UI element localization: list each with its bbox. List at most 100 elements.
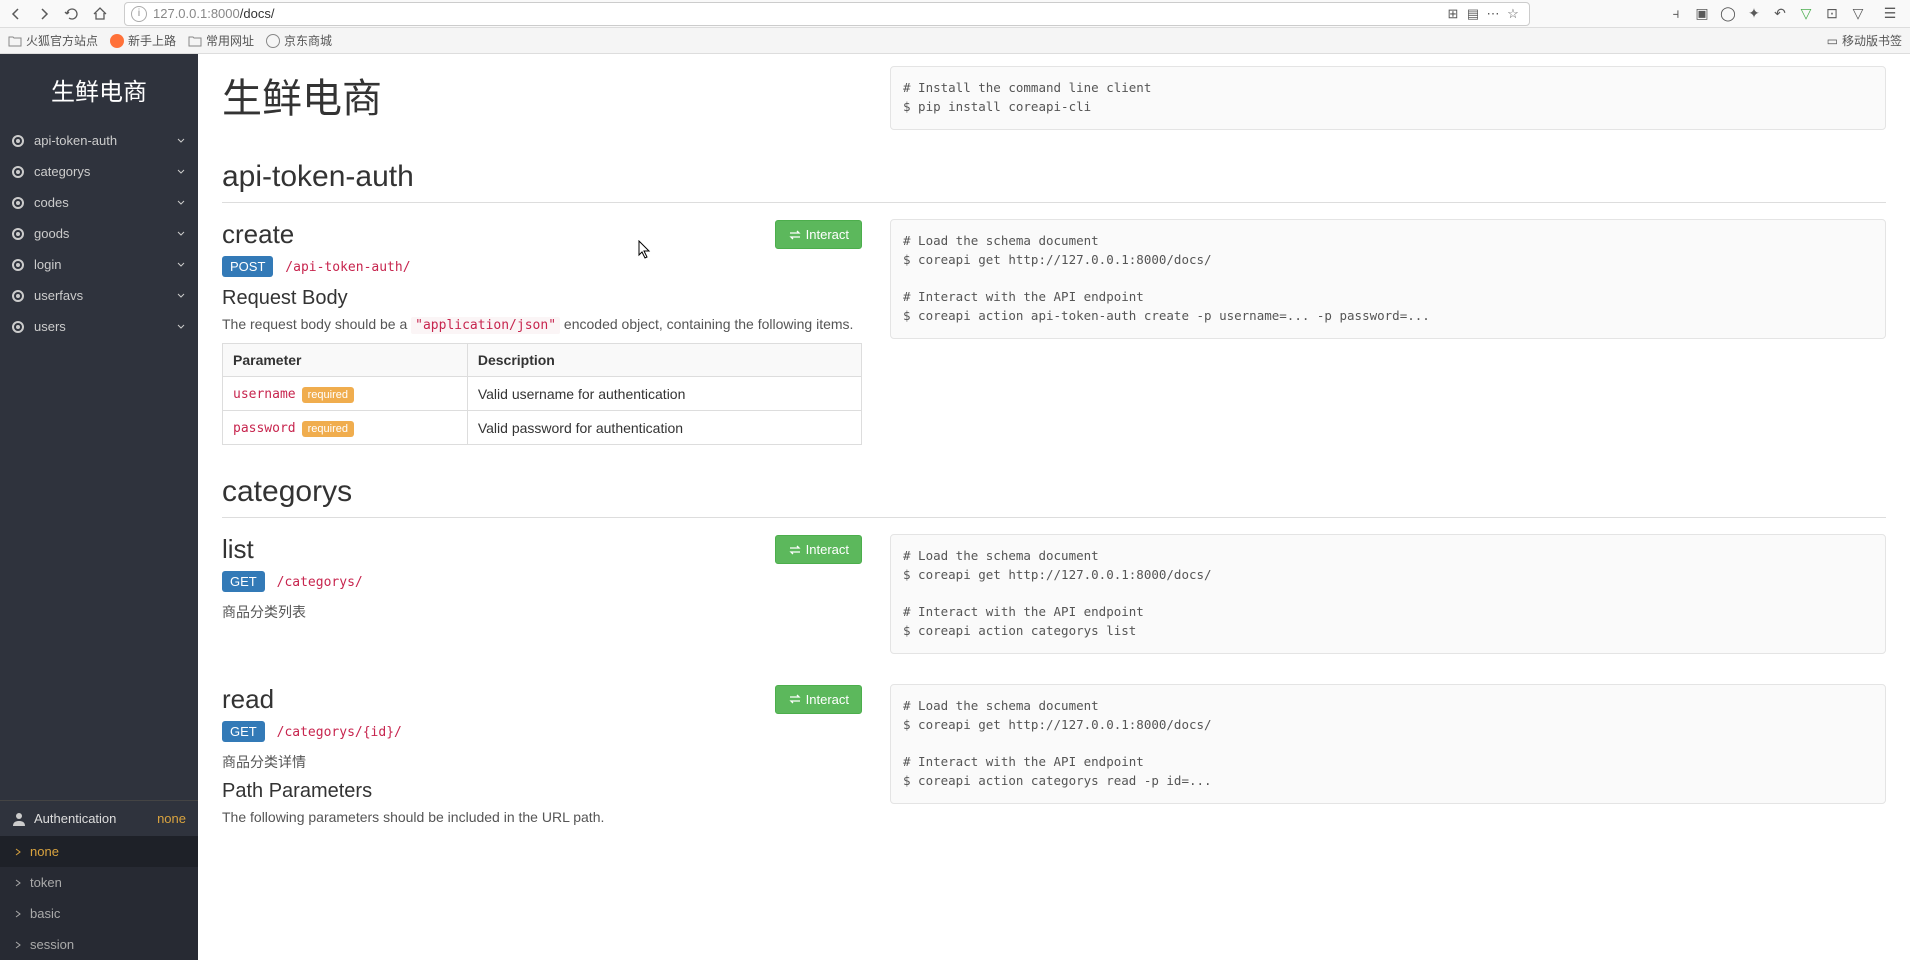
bookmark-label: 火狐官方站点: [26, 32, 98, 49]
chevron-right-icon: [14, 941, 22, 949]
menu-button[interactable]: ☰: [1878, 2, 1902, 26]
bookmark-folder-2[interactable]: 常用网址: [188, 32, 254, 49]
nav-item-api-token-auth[interactable]: api-token-auth: [0, 125, 198, 156]
nav-label: goods: [34, 226, 176, 241]
sidebar-auth: Authentication none none token basic ses…: [0, 800, 198, 960]
bookmarks-bar: 火狐官方站点 新手上路 常用网址 京东商城 ▭移动版书签: [0, 28, 1910, 54]
endpoint-desc: 商品分类列表: [222, 602, 862, 622]
home-icon: [92, 6, 108, 22]
required-badge: required: [302, 387, 354, 403]
radio-icon: [12, 197, 24, 209]
extension-icon[interactable]: ✦: [1744, 4, 1764, 24]
chevron-down-icon: [176, 229, 186, 239]
interact-label: Interact: [806, 692, 849, 707]
chevron-right-icon: [14, 910, 22, 918]
nav-item-userfavs[interactable]: userfavs: [0, 280, 198, 311]
home-button[interactable]: [88, 2, 112, 26]
ext3-icon[interactable]: ▽: [1848, 4, 1868, 24]
interact-button[interactable]: Interact: [775, 685, 862, 714]
params-table: Parameter Description usernamerequired V…: [222, 343, 862, 445]
auth-method-label: token: [30, 875, 62, 890]
account-icon[interactable]: ◯: [1718, 4, 1738, 24]
reload-button[interactable]: [60, 2, 84, 26]
endpoint-path: /categorys/: [277, 575, 363, 590]
browser-toolbar: i 127.0.0.1:8000/docs/ ⊞ ▤ ⋯ ☆ ⫞ ▣ ◯ ✦ ↶…: [0, 0, 1910, 28]
interact-button[interactable]: Interact: [775, 535, 862, 564]
radio-icon: [12, 166, 24, 178]
reader-icon[interactable]: ▤: [1463, 4, 1483, 24]
arrow-right-icon: [36, 6, 52, 22]
bookmark-item-3[interactable]: 京东商城: [266, 32, 332, 49]
phone-icon: ▭: [1827, 34, 1838, 48]
firefox-icon: [110, 34, 124, 48]
required-badge: required: [302, 421, 354, 437]
user-icon: [12, 812, 26, 826]
folder-icon: [8, 35, 22, 47]
nav-list: api-token-auth categorys codes goods log…: [0, 125, 198, 800]
endpoint-name: create: [222, 219, 294, 250]
radio-icon: [12, 290, 24, 302]
nav-label: categorys: [34, 164, 176, 179]
endpoint-list: list Interact GET /categorys/ 商品分类列表 # L…: [222, 534, 1886, 654]
param-desc: Valid password for authentication: [467, 411, 861, 445]
mobile-bookmarks[interactable]: ▭移动版书签: [1827, 32, 1902, 49]
method-badge: POST: [222, 256, 273, 277]
endpoint-name: read: [222, 684, 274, 715]
forward-button[interactable]: [32, 2, 56, 26]
endpoint-path: /api-token-auth/: [285, 260, 410, 275]
folder-icon: [188, 35, 202, 47]
info-icon[interactable]: i: [131, 6, 147, 22]
nav-item-users[interactable]: users: [0, 311, 198, 342]
auth-header[interactable]: Authentication none: [0, 801, 198, 836]
method-badge: GET: [222, 571, 265, 592]
ext2-icon[interactable]: ⊡: [1822, 4, 1842, 24]
auth-method-session[interactable]: session: [0, 929, 198, 960]
auth-method-token[interactable]: token: [0, 867, 198, 898]
url-bar[interactable]: i 127.0.0.1:8000/docs/ ⊞ ▤ ⋯ ☆: [124, 2, 1530, 26]
chevron-down-icon: [176, 136, 186, 146]
chevron-down-icon: [176, 167, 186, 177]
bookmark-folder-0[interactable]: 火狐官方站点: [8, 32, 98, 49]
bookmark-label: 京东商城: [284, 32, 332, 49]
nav-item-codes[interactable]: codes: [0, 187, 198, 218]
sidebar-title: 生鲜电商: [0, 54, 198, 125]
param-name: password: [233, 421, 296, 436]
chevron-down-icon: [176, 322, 186, 332]
nav-item-login[interactable]: login: [0, 249, 198, 280]
nav-label: userfavs: [34, 288, 176, 303]
auth-method-none[interactable]: none: [0, 836, 198, 867]
radio-icon: [12, 228, 24, 240]
qr-icon[interactable]: ⊞: [1443, 4, 1463, 24]
library-icon[interactable]: ⫞: [1666, 4, 1686, 24]
chevron-right-icon: [14, 848, 22, 856]
table-header-description: Description: [467, 344, 861, 377]
param-desc: Valid username for authentication: [467, 377, 861, 411]
globe-icon: [266, 34, 280, 48]
auth-status: none: [157, 811, 186, 826]
undo-icon[interactable]: ↶: [1770, 4, 1790, 24]
section-header-api-token-auth: api-token-auth: [222, 160, 1886, 203]
more-icon[interactable]: ⋯: [1483, 4, 1503, 24]
path-params-header: Path Parameters: [222, 780, 862, 803]
bookmark-item-1[interactable]: 新手上路: [110, 32, 176, 49]
chevron-down-icon: [176, 198, 186, 208]
url-path: /docs/: [240, 6, 275, 21]
interact-button[interactable]: Interact: [775, 220, 862, 249]
reload-icon: [64, 6, 80, 22]
chevron-down-icon: [176, 291, 186, 301]
endpoint-create: create Interact POST /api-token-auth/ Re…: [222, 219, 1886, 445]
auth-method-basic[interactable]: basic: [0, 898, 198, 929]
request-body-header: Request Body: [222, 287, 862, 310]
interact-label: Interact: [806, 542, 849, 557]
nav-item-goods[interactable]: goods: [0, 218, 198, 249]
swap-icon: [788, 543, 802, 557]
code-example: # Load the schema document $ coreapi get…: [890, 219, 1886, 339]
table-header-parameter: Parameter: [223, 344, 468, 377]
request-body-desc: The request body should be a "applicatio…: [222, 316, 862, 333]
sidebar-icon[interactable]: ▣: [1692, 4, 1712, 24]
star-icon[interactable]: ☆: [1503, 4, 1523, 24]
back-button[interactable]: [4, 2, 28, 26]
install-code-block: # Install the command line client $ pip …: [890, 66, 1886, 130]
shield-icon[interactable]: ▽: [1796, 4, 1816, 24]
nav-item-categorys[interactable]: categorys: [0, 156, 198, 187]
